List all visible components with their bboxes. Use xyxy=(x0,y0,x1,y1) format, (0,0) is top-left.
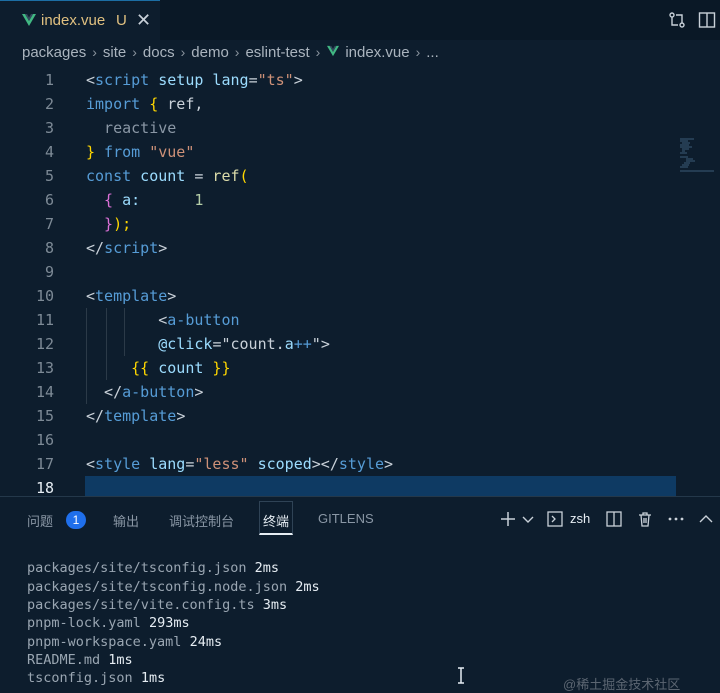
editor-tab-index-vue[interactable]: index.vue U ✕ xyxy=(0,0,160,40)
terminal-line: README.md 1ms xyxy=(27,652,133,668)
line-number: 11 xyxy=(35,311,54,329)
chevron-down-icon[interactable] xyxy=(522,515,534,525)
code-line[interactable]: </template> xyxy=(86,404,185,428)
code-line[interactable]: <style lang="less" scoped></style> xyxy=(86,452,393,476)
terminal-line: tsconfig.json 1ms xyxy=(27,670,166,686)
watermark: @稀土掘金技术社区 xyxy=(563,677,681,692)
breadcrumb: packages › site › docs › demo › eslint-test › inde… xyxy=(22,44,439,61)
line-number: 1 xyxy=(44,71,54,89)
tab-output[interactable]: 输出 xyxy=(113,511,139,530)
line-number: 12 xyxy=(35,335,54,353)
line-number: 16 xyxy=(35,431,54,449)
code-line[interactable]: </a-button> xyxy=(86,380,203,404)
line-number: 7 xyxy=(44,215,54,233)
vue-file-icon xyxy=(22,14,36,26)
terminal-line: packages/site/tsconfig.node.json 2ms xyxy=(27,579,320,595)
code-line[interactable]: {{ count }} xyxy=(86,356,230,380)
terminal-line: pnpm-workspace.yaml 24ms xyxy=(27,634,223,650)
terminal-line: packages/site/vite.config.ts 3ms xyxy=(27,597,288,613)
line-number: 13 xyxy=(35,359,54,377)
line-number: 17 xyxy=(35,455,54,473)
line-number: 5 xyxy=(44,167,54,185)
breadcrumb-item[interactable]: packages xyxy=(22,44,86,61)
code-line[interactable]: } from "vue" xyxy=(86,140,194,164)
tab-git-status: U xyxy=(116,12,127,29)
vue-file-icon xyxy=(327,45,340,57)
tab-filename: index.vue xyxy=(41,12,106,29)
problems-count-badge: 1 xyxy=(66,511,86,529)
breadcrumb-item[interactable]: index.vue xyxy=(345,44,409,61)
line-number: 15 xyxy=(35,407,54,425)
split-terminal-icon[interactable] xyxy=(606,511,622,527)
add-terminal-icon[interactable] xyxy=(500,511,516,527)
compare-icon[interactable] xyxy=(668,11,686,29)
tab-bar: index.vue U ✕ xyxy=(0,0,720,40)
tab-gitlens[interactable]: GITLENS xyxy=(318,511,374,526)
close-icon[interactable]: ✕ xyxy=(136,10,151,31)
tab-problems[interactable]: 问题 xyxy=(27,511,53,530)
code-editor[interactable]: 1 <script setup lang="ts"> 2 import { ref,… xyxy=(0,68,720,497)
terminal-line: pnpm-lock.yaml 293ms xyxy=(27,615,190,631)
minimap[interactable] xyxy=(680,138,716,172)
code-line[interactable]: <template> xyxy=(86,284,176,308)
line-number: 2 xyxy=(44,95,54,113)
breadcrumb-item[interactable]: docs xyxy=(143,44,175,61)
code-line[interactable]: import { ref, xyxy=(86,92,203,116)
code-line[interactable]: reactive xyxy=(86,116,176,140)
line-number: 3 xyxy=(44,119,54,137)
more-icon[interactable] xyxy=(667,511,685,527)
breadcrumb-item[interactable]: demo xyxy=(191,44,229,61)
breadcrumb-item[interactable]: eslint-test xyxy=(245,44,309,61)
code-line[interactable]: { a: 1 xyxy=(86,188,203,212)
trash-icon[interactable] xyxy=(637,511,653,527)
line-number: 14 xyxy=(35,383,54,401)
chevron-up-icon[interactable] xyxy=(699,514,713,524)
code-line[interactable]: @click="count.a++"> xyxy=(86,332,330,356)
code-line[interactable]: }); xyxy=(86,212,131,236)
tab-debug-console[interactable]: 调试控制台 xyxy=(169,511,234,530)
line-number: 10 xyxy=(35,287,54,305)
split-editor-icon[interactable] xyxy=(698,11,716,29)
terminal-line: packages/site/tsconfig.json 2ms xyxy=(27,560,279,576)
terminal-icon[interactable] xyxy=(547,511,563,527)
line-number: 4 xyxy=(44,143,54,161)
code-line[interactable]: <script setup lang="ts"> xyxy=(86,68,303,92)
text-cursor-icon xyxy=(458,667,464,684)
line-number: 9 xyxy=(44,263,54,281)
code-line[interactable]: const count = ref( xyxy=(86,164,249,188)
breadcrumb-item[interactable]: ... xyxy=(426,44,439,61)
line-number: 6 xyxy=(44,191,54,209)
bottom-panel: 问题 1 输出 调试控制台 终端 GITLENS zsh packages/si… xyxy=(0,496,720,686)
tab-terminal[interactable]: 终端 xyxy=(263,511,289,530)
code-line[interactable]: </script> xyxy=(86,236,167,260)
line-number: 8 xyxy=(44,239,54,257)
breadcrumb-item[interactable]: site xyxy=(103,44,126,61)
code-line[interactable]: <a-button xyxy=(86,308,239,332)
terminal-shell-label[interactable]: zsh xyxy=(570,511,590,526)
